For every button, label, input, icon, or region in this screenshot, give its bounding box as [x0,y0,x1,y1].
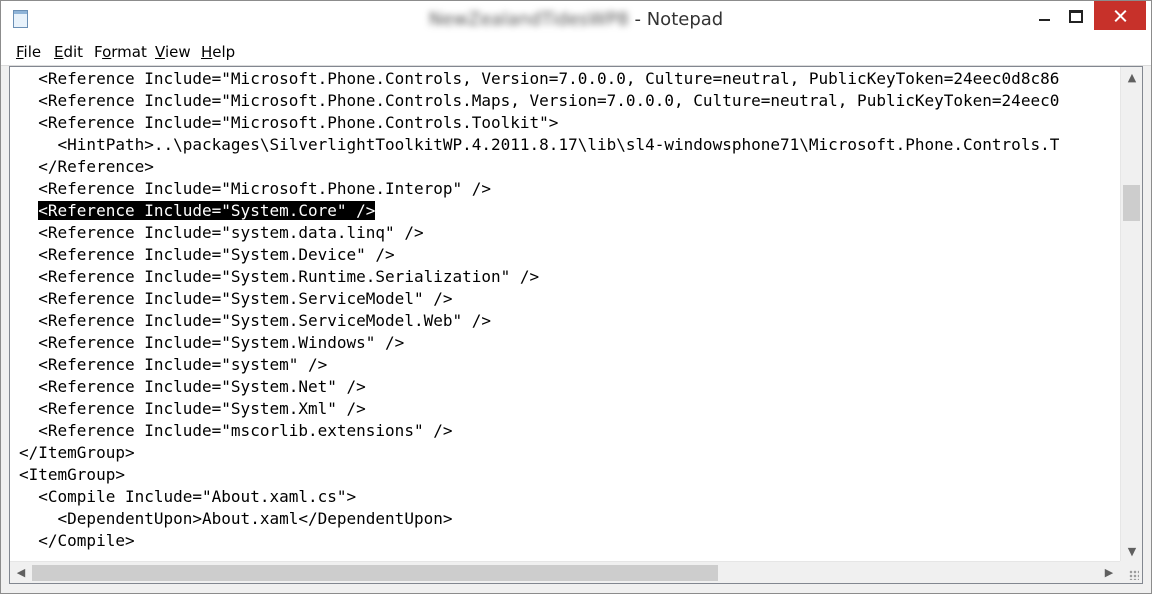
vertical-scrollbar[interactable]: ▲ ▼ [1120,67,1142,563]
text-line: </Compile> [19,531,135,550]
title-separator: - [628,9,647,30]
title-bar[interactable]: NewZealandTidesWP8 - Notepad [1,1,1151,39]
horizontal-scroll-thumb[interactable] [32,565,718,581]
text-line: <Reference Include="System.Net" /> [19,377,366,396]
text-line: <Reference Include="mscorlib.extensions"… [19,421,453,440]
text-area[interactable]: <Reference Include="Microsoft.Phone.Cont… [10,67,1120,563]
menu-format[interactable]: Format [94,43,147,61]
text-line: <Reference Include="System.ServiceModel"… [19,289,453,308]
text-line: <Reference Include="system.data.linq" /> [19,223,424,242]
text-line: <Reference Include="Microsoft.Phone.Cont… [19,91,1060,110]
scroll-up-icon[interactable]: ▲ [1121,67,1142,89]
text-line: </ItemGroup> [19,443,135,462]
vertical-scroll-thumb[interactable] [1123,185,1140,221]
scroll-left-icon[interactable]: ◀ [10,562,32,583]
text-line: <DependentUpon>About.xaml</DependentUpon… [19,509,453,528]
close-button[interactable] [1094,1,1146,30]
text-line: </Reference> [19,157,154,176]
text-line: <Reference Include="System.Windows" /> [19,333,405,352]
text-line: <Reference Include="Microsoft.Phone.Inte… [19,179,492,198]
text-line: <Reference Include="System.Runtime.Seria… [19,267,540,286]
text-selection: <Reference Include="System.Core" /> [38,201,376,220]
notepad-window: NewZealandTidesWP8 - Notepad File Edit F… [0,0,1152,594]
minimize-icon [1039,19,1050,21]
text-line: <Compile Include="About.xaml.cs"> [19,487,357,506]
horizontal-scrollbar[interactable]: ◀ ▶ [10,561,1120,583]
menu-file[interactable]: File [16,43,41,61]
scroll-right-icon[interactable]: ▶ [1098,562,1120,583]
maximize-button[interactable] [1058,1,1092,30]
menu-edit[interactable]: Edit [54,43,83,61]
menu-bar: File Edit Format View Help [1,39,1151,66]
menu-help[interactable]: Help [201,43,235,61]
text-line-selected: <Reference Include="System.Core" /> [19,200,376,222]
text-line: <Reference Include="System.Device" /> [19,245,395,264]
text-line: <ItemGroup> [19,465,125,484]
maximize-icon [1069,10,1083,23]
grip-icon [1129,570,1139,580]
size-grip[interactable] [1120,561,1142,583]
text-line: <Reference Include="Microsoft.Phone.Cont… [19,69,1060,88]
app-name: Notepad [646,9,724,30]
text-line: <Reference Include="system" /> [19,355,328,374]
window-title: NewZealandTidesWP8 - Notepad [1,9,1151,30]
text-line: <Reference Include="System.Xml" /> [19,399,366,418]
text-line: <HintPath>..\packages\SilverlightToolkit… [19,135,1060,154]
text-line: <Reference Include="System.ServiceModel.… [19,311,492,330]
minimize-button[interactable] [1028,1,1062,30]
menu-view[interactable]: View [155,43,191,61]
text-line: <Reference Include="Microsoft.Phone.Cont… [19,113,559,132]
text-editor[interactable]: <Reference Include="Microsoft.Phone.Cont… [9,66,1143,584]
scroll-down-icon[interactable]: ▼ [1121,541,1142,563]
document-name: NewZealandTidesWP8 [428,9,629,30]
